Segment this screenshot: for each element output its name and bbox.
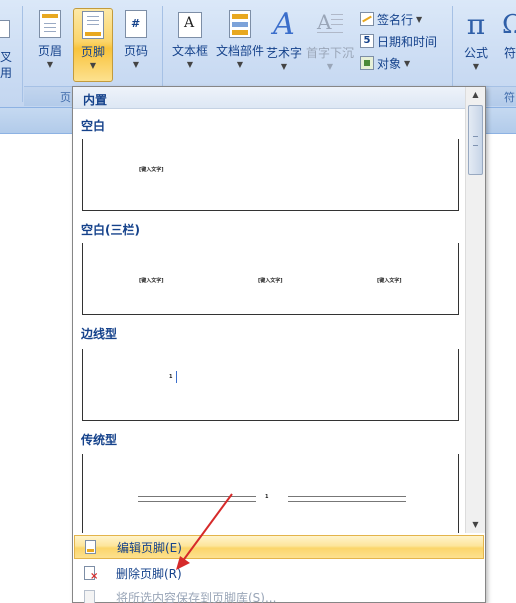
placeholder-text: [键入文字]: [139, 278, 164, 284]
textbox-icon: A: [178, 12, 202, 38]
cutoff-label-1: 叉: [0, 50, 13, 64]
chevron-down-icon: ▼: [89, 61, 97, 70]
signature-line-label: 签名行: [377, 12, 414, 27]
gallery-header: 内置: [73, 87, 465, 109]
section-title-traditional: 传统型: [81, 433, 118, 447]
page-number-text: 1: [265, 494, 269, 500]
group-separator: [22, 6, 23, 102]
object-label: 对象: [377, 56, 402, 71]
header-label: 页眉: [37, 44, 62, 58]
gallery-item-sideline[interactable]: 1: [82, 349, 459, 421]
remove-footer-icon: ×: [82, 565, 98, 582]
rule-line: [288, 501, 406, 502]
sideline-bar: [176, 371, 177, 383]
gallery-list: 空白 [键入文字] 空白(三栏) [键入文字] [键入文字] [键入文字] 边线…: [73, 109, 465, 533]
quick-parts-icon: [229, 10, 251, 38]
cutoff-label-2: 用: [0, 66, 13, 78]
chevron-down-icon: ▼: [416, 14, 423, 24]
edit-footer-menu-item[interactable]: 编辑页脚(E): [74, 535, 484, 559]
rule-line: [138, 501, 256, 502]
wordart-icon: A: [273, 7, 295, 42]
page-number-label: 页码: [123, 44, 148, 58]
rule-line: [138, 496, 256, 497]
object-icon: [360, 56, 374, 70]
textbox-button[interactable]: A 文本框 ▼: [168, 8, 212, 82]
pi-icon: π: [466, 8, 486, 41]
save-to-gallery-icon: [82, 589, 98, 603]
quick-parts-button[interactable]: 文档部件 ▼: [216, 8, 264, 82]
quick-parts-label: 文档部件: [216, 44, 265, 58]
wordart-label: 艺术字: [265, 46, 302, 60]
group-label-header-footer: 页: [60, 91, 71, 104]
chevron-down-icon: ▼: [186, 60, 194, 69]
date-time-button[interactable]: 5 日期和时间: [360, 31, 437, 51]
gallery-item-blank-three-column[interactable]: [键入文字] [键入文字] [键入文字]: [82, 243, 459, 315]
page-number-text: 1: [169, 374, 173, 380]
header-icon: [39, 10, 61, 38]
symbol-label: 符: [504, 46, 516, 60]
header-button[interactable]: 页眉 ▼: [30, 8, 70, 82]
equation-button[interactable]: π 公式 ▼: [456, 8, 496, 82]
dropcap-label: 首字下沉: [305, 46, 354, 60]
ribbon-cutoff-left[interactable]: 叉 用: [0, 18, 18, 78]
signature-line-button[interactable]: 签名行 ▼: [360, 9, 422, 29]
section-title-sideline: 边线型: [81, 327, 118, 341]
signature-icon: [360, 12, 374, 26]
chevron-down-icon: ▼: [46, 60, 54, 69]
section-title-blank: 空白: [81, 119, 106, 133]
chevron-down-icon: ▼: [472, 62, 480, 71]
remove-footer-menu-item[interactable]: × 删除页脚(R): [74, 561, 484, 585]
chevron-down-icon: ▼: [236, 60, 244, 69]
chevron-down-icon: ▼: [404, 58, 411, 68]
footer-button[interactable]: 页脚 ▼: [73, 8, 113, 82]
section-title-blank-three-column: 空白(三栏): [81, 223, 140, 237]
remove-footer-label: 删除页脚(R): [116, 566, 182, 581]
gallery-item-traditional[interactable]: 1: [82, 454, 459, 533]
footer-gallery-dropdown: 内置 ▲ ▼ 空白 [键入文字] 空白(三栏) [键入文字] [键入文字] [键…: [72, 86, 486, 603]
page-number-button[interactable]: # 页码 ▼: [116, 8, 156, 82]
chevron-down-icon: ▼: [132, 60, 140, 69]
placeholder-text: [键入文字]: [258, 278, 283, 284]
symbol-button[interactable]: Ω 符: [500, 8, 516, 82]
gallery-scrollbar[interactable]: ▲ ▼: [465, 87, 485, 533]
calendar-icon: 5: [360, 34, 374, 48]
save-selection-to-footer-gallery-menu-item[interactable]: 将所选内容保存到页脚库(S)...: [74, 585, 484, 603]
placeholder-text: [键入文字]: [377, 278, 402, 284]
dropcap-button[interactable]: A 首字下沉 ▼: [304, 8, 356, 82]
omega-icon: Ω: [502, 10, 516, 40]
page-number-icon: #: [125, 10, 147, 38]
textbox-label: 文本框: [171, 44, 208, 58]
footer-label: 页脚: [80, 45, 105, 59]
gallery-item-blank[interactable]: [键入文字]: [82, 139, 459, 211]
scroll-down-arrow-icon[interactable]: ▼: [466, 517, 485, 533]
footer-icon: [82, 11, 104, 39]
wordart-button[interactable]: A 艺术字 ▼: [264, 8, 304, 82]
placeholder-text: [键入文字]: [139, 167, 164, 173]
dropcap-icon: A: [317, 10, 343, 40]
doc-icon: [0, 20, 10, 38]
edit-footer-label: 编辑页脚(E): [117, 540, 182, 555]
scroll-thumb[interactable]: [468, 105, 483, 175]
group-label-symbols: 符: [504, 91, 515, 104]
chevron-down-icon: ▼: [280, 62, 288, 71]
chevron-down-icon: ▼: [326, 62, 334, 71]
rule-line: [288, 496, 406, 497]
object-button[interactable]: 对象 ▼: [360, 53, 410, 73]
equation-label: 公式: [463, 46, 488, 60]
date-time-label: 日期和时间: [377, 34, 438, 49]
edit-footer-icon: [83, 539, 99, 555]
scroll-up-arrow-icon[interactable]: ▲: [466, 87, 485, 103]
save-selection-label: 将所选内容保存到页脚库(S)...: [116, 590, 277, 603]
